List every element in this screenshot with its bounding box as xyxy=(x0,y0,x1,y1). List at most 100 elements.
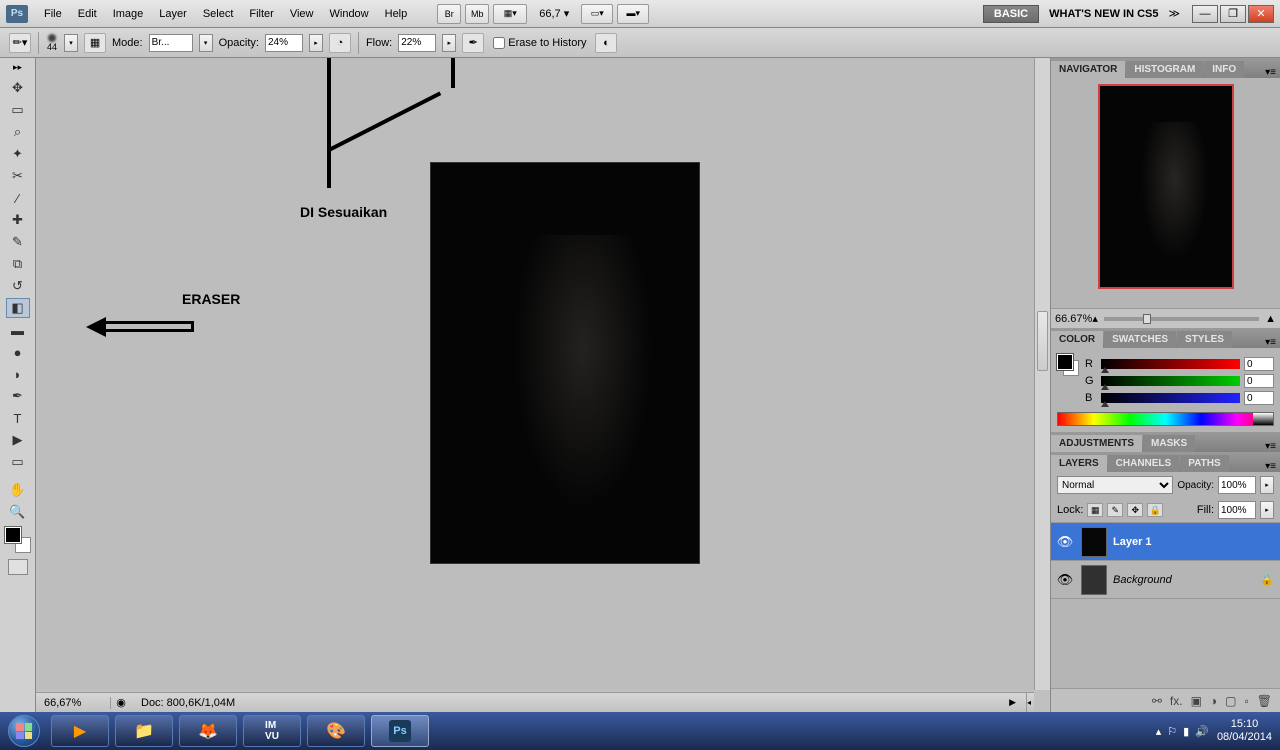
healing-tool[interactable]: ✚ xyxy=(6,210,30,230)
layer-group-icon[interactable]: ▢ xyxy=(1225,694,1236,708)
launch-minibridge-button[interactable]: Mb xyxy=(465,4,489,24)
tray-flag-icon[interactable]: ⚐ xyxy=(1167,725,1177,738)
menu-filter[interactable]: Filter xyxy=(241,4,281,24)
layer-opacity-dropdown[interactable]: ▸ xyxy=(1260,476,1274,494)
lock-image-icon[interactable]: ✎ xyxy=(1107,503,1123,517)
vertical-scrollbar[interactable] xyxy=(1034,58,1050,690)
layer-thumb[interactable] xyxy=(1081,565,1107,595)
brush-tool[interactable]: ✎ xyxy=(6,232,30,252)
flow-dropdown[interactable]: ▸ xyxy=(442,34,456,52)
visibility-icon[interactable]: 👁 xyxy=(1055,534,1075,550)
layer-fill-dropdown[interactable]: ▸ xyxy=(1260,501,1274,519)
flow-input[interactable] xyxy=(398,34,436,52)
zoom-level-display[interactable]: 66,7 ▾ xyxy=(539,7,569,20)
layer-style-icon[interactable]: fx. xyxy=(1170,694,1183,708)
tab-masks[interactable]: MASKS xyxy=(1143,435,1195,452)
workspace-button[interactable]: BASIC xyxy=(983,5,1039,23)
r-slider[interactable] xyxy=(1101,359,1240,369)
nav-zoom-value[interactable]: 66.67% xyxy=(1055,313,1092,325)
menu-file[interactable]: File xyxy=(36,4,70,24)
b-input[interactable] xyxy=(1244,391,1274,405)
zoom-tool[interactable]: 🔍 xyxy=(6,502,30,522)
menu-layer[interactable]: Layer xyxy=(151,4,195,24)
view-extras-button[interactable]: ▦▾ xyxy=(493,4,527,24)
tray-battery-icon[interactable]: ▮ xyxy=(1183,725,1189,738)
arrange-docs-button[interactable]: ▭▾ xyxy=(581,4,613,24)
panel-menu-icon[interactable]: ▾≡ xyxy=(1261,441,1280,452)
status-doc-size[interactable]: Doc: 800,6K/1,04M xyxy=(131,697,245,709)
screen-mode-button[interactable]: ▬▾ xyxy=(617,4,649,24)
taskbar-clock[interactable]: 15:10 08/04/2014 xyxy=(1217,718,1272,744)
menu-window[interactable]: Window xyxy=(322,4,377,24)
brush-panel-toggle[interactable]: ▦ xyxy=(84,33,106,53)
link-layers-icon[interactable]: ⚯ xyxy=(1152,694,1162,708)
canvas-background[interactable]: DI Sesuaikan ERASER xyxy=(36,58,1034,690)
color-spectrum[interactable] xyxy=(1057,412,1274,426)
task-imvu[interactable]: IMVU xyxy=(243,715,301,747)
tab-info[interactable]: INFO xyxy=(1204,61,1244,78)
mode-select[interactable] xyxy=(149,34,193,52)
type-tool[interactable]: T xyxy=(6,408,30,428)
task-photoshop[interactable]: Ps xyxy=(371,715,429,747)
start-button[interactable] xyxy=(0,712,48,750)
eyedropper-tool[interactable]: ⁄ xyxy=(6,188,30,208)
document-image[interactable] xyxy=(431,163,699,563)
color-chip[interactable] xyxy=(1057,354,1079,376)
brush-preset-picker[interactable]: 44 xyxy=(47,34,57,52)
tab-color[interactable]: COLOR xyxy=(1051,331,1103,348)
marquee-tool[interactable]: ▭ xyxy=(6,100,30,120)
pressure-size-icon[interactable]: ◐ xyxy=(595,33,617,53)
blur-tool[interactable]: ● xyxy=(6,342,30,362)
blend-mode-select[interactable]: Normal xyxy=(1057,476,1173,494)
window-close-button[interactable]: ✕ xyxy=(1248,5,1274,23)
tab-layers[interactable]: LAYERS xyxy=(1051,455,1107,472)
crop-tool[interactable]: ✂ xyxy=(6,166,30,186)
panel-menu-icon[interactable]: ▾≡ xyxy=(1261,67,1280,78)
menu-help[interactable]: Help xyxy=(377,4,416,24)
launch-bridge-button[interactable]: Br xyxy=(437,4,461,24)
color-picker[interactable] xyxy=(5,527,31,553)
tab-swatches[interactable]: SWATCHES xyxy=(1104,331,1176,348)
hand-tool[interactable]: ✋ xyxy=(6,480,30,500)
gradient-tool[interactable]: ▬ xyxy=(6,320,30,340)
pen-tool[interactable]: ✒ xyxy=(6,386,30,406)
tab-histogram[interactable]: HISTOGRAM xyxy=(1126,61,1203,78)
layer-opacity-input[interactable] xyxy=(1218,476,1256,494)
airbrush-icon[interactable]: ✒ xyxy=(462,33,484,53)
whats-new-link[interactable]: WHAT'S NEW IN CS5 xyxy=(1049,8,1158,20)
tool-preset-picker[interactable]: ✏▾ xyxy=(9,33,31,53)
adjustment-layer-icon[interactable]: ◑ xyxy=(1210,694,1217,708)
visibility-icon[interactable]: 👁 xyxy=(1055,572,1075,588)
quick-select-tool[interactable]: ✦ xyxy=(6,144,30,164)
new-layer-icon[interactable]: ▫ xyxy=(1245,694,1249,708)
move-tool[interactable]: ✥ xyxy=(6,78,30,98)
layer-row[interactable]: 👁 Layer 1 xyxy=(1051,523,1280,561)
layer-row[interactable]: 👁 Background 🔒 xyxy=(1051,561,1280,599)
mode-dropdown[interactable]: ▾ xyxy=(199,34,213,52)
task-mediaplayer[interactable]: ▶ xyxy=(51,715,109,747)
g-input[interactable] xyxy=(1244,374,1274,388)
window-restore-button[interactable]: ❐ xyxy=(1220,5,1246,23)
layer-mask-icon[interactable]: ▣ xyxy=(1191,694,1202,708)
task-firefox[interactable]: 🦊 xyxy=(179,715,237,747)
tab-navigator[interactable]: NAVIGATOR xyxy=(1051,61,1125,78)
brush-dropdown[interactable]: ▾ xyxy=(64,34,78,52)
tab-channels[interactable]: CHANNELS xyxy=(1108,455,1180,472)
erase-to-history-checkbox[interactable]: Erase to History xyxy=(493,37,586,49)
window-minimize-button[interactable]: — xyxy=(1192,5,1218,23)
menu-view[interactable]: View xyxy=(282,4,322,24)
delete-layer-icon[interactable]: 🗑 xyxy=(1257,694,1272,708)
panel-menu-icon[interactable]: ▾≡ xyxy=(1261,461,1280,472)
lasso-tool[interactable]: ⌕ xyxy=(6,122,30,142)
nav-zoom-in-icon[interactable]: ▲ xyxy=(1265,313,1276,325)
opacity-dropdown[interactable]: ▸ xyxy=(309,34,323,52)
layer-fill-input[interactable] xyxy=(1218,501,1256,519)
stamp-tool[interactable]: ⧉ xyxy=(6,254,30,274)
pressure-opacity-icon[interactable]: ◔ xyxy=(329,33,351,53)
tab-paths[interactable]: PATHS xyxy=(1180,455,1228,472)
tab-styles[interactable]: STYLES xyxy=(1177,331,1232,348)
g-slider[interactable] xyxy=(1101,376,1240,386)
layer-thumb[interactable] xyxy=(1081,527,1107,557)
status-zoom[interactable]: 66,67% xyxy=(36,697,111,709)
menu-image[interactable]: Image xyxy=(105,4,152,24)
